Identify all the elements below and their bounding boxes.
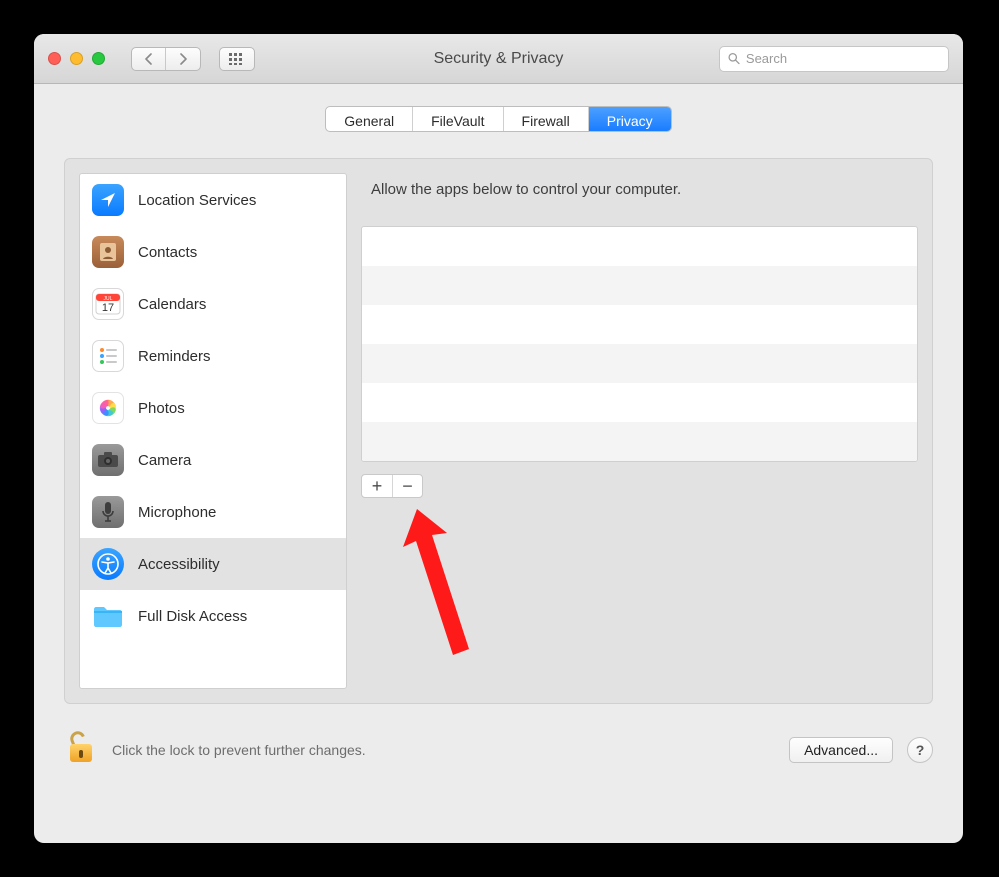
remove-button[interactable]: − xyxy=(392,475,422,497)
footer: Click the lock to prevent further change… xyxy=(64,728,933,771)
tab-label: FileVault xyxy=(431,113,484,129)
reminders-icon xyxy=(92,340,124,372)
annotation-arrow-icon xyxy=(399,499,519,669)
forward-button[interactable] xyxy=(166,48,200,70)
location-icon xyxy=(92,184,124,216)
sidebar-item-label: Location Services xyxy=(138,192,256,209)
grid-icon xyxy=(229,53,245,65)
help-icon: ? xyxy=(916,742,925,758)
sidebar-item-label: Full Disk Access xyxy=(138,608,247,625)
plus-icon: + xyxy=(372,476,383,497)
unlocked-lock-icon xyxy=(64,728,98,768)
folder-icon xyxy=(92,600,124,632)
search-icon xyxy=(728,52,740,65)
sidebar-item-label: Contacts xyxy=(138,244,197,261)
titlebar: Security & Privacy xyxy=(34,34,963,84)
add-button[interactable]: + xyxy=(362,475,392,497)
zoom-window-button[interactable] xyxy=(92,52,105,65)
sidebar-item-contacts[interactable]: Contacts xyxy=(80,226,346,278)
sidebar-item-photos[interactable]: Photos xyxy=(80,382,346,434)
allowed-apps-list[interactable] xyxy=(361,226,918,462)
tab-label: Privacy xyxy=(607,113,653,129)
tab-privacy[interactable]: Privacy xyxy=(589,107,671,131)
accessibility-icon xyxy=(92,548,124,580)
show-all-button[interactable] xyxy=(219,47,255,71)
detail-description: Allow the apps below to control your com… xyxy=(361,173,918,198)
sidebar-item-label: Accessibility xyxy=(138,556,220,573)
list-row[interactable] xyxy=(362,383,917,422)
preferences-window: Security & Privacy General FileVault Fir… xyxy=(34,34,963,843)
sidebar-item-label: Microphone xyxy=(138,504,216,521)
sidebar-item-location-services[interactable]: Location Services xyxy=(80,174,346,226)
photos-icon xyxy=(92,392,124,424)
tab-filevault[interactable]: FileVault xyxy=(413,107,503,131)
search-field[interactable] xyxy=(719,46,949,72)
contacts-icon xyxy=(92,236,124,268)
tabs: General FileVault Firewall Privacy xyxy=(34,106,963,132)
sidebar-item-label: Camera xyxy=(138,452,191,469)
list-row[interactable] xyxy=(362,422,917,461)
sidebar-item-reminders[interactable]: Reminders xyxy=(80,330,346,382)
list-row[interactable] xyxy=(362,227,917,266)
svg-text:17: 17 xyxy=(102,302,114,314)
sidebar-item-calendars[interactable]: JUL17 Calendars xyxy=(80,278,346,330)
sidebar-item-label: Photos xyxy=(138,400,185,417)
lock-button[interactable] xyxy=(64,728,98,771)
minimize-window-button[interactable] xyxy=(70,52,83,65)
sidebar-item-full-disk-access[interactable]: Full Disk Access xyxy=(80,590,346,642)
microphone-icon xyxy=(92,496,124,528)
detail-pane: Allow the apps below to control your com… xyxy=(361,173,918,689)
body: General FileVault Firewall Privacy Locat… xyxy=(34,84,963,843)
list-row[interactable] xyxy=(362,266,917,305)
tab-label: Firewall xyxy=(522,113,570,129)
tab-general[interactable]: General xyxy=(326,107,413,131)
list-row[interactable] xyxy=(362,305,917,344)
sidebar-item-camera[interactable]: Camera xyxy=(80,434,346,486)
camera-icon xyxy=(92,444,124,476)
sidebar-item-accessibility[interactable]: Accessibility xyxy=(80,538,346,590)
sidebar-item-label: Reminders xyxy=(138,348,211,365)
content-panel: Location Services Contacts JUL17 Calenda… xyxy=(64,158,933,704)
tabbar: General FileVault Firewall Privacy xyxy=(325,106,671,132)
close-window-button[interactable] xyxy=(48,52,61,65)
help-button[interactable]: ? xyxy=(907,737,933,763)
privacy-category-list[interactable]: Location Services Contacts JUL17 Calenda… xyxy=(79,173,347,689)
minus-icon: − xyxy=(402,476,413,497)
window-controls xyxy=(48,52,105,65)
chevron-right-icon xyxy=(178,53,188,65)
nav-segment xyxy=(131,47,201,71)
sidebar-item-label: Calendars xyxy=(138,296,206,313)
back-button[interactable] xyxy=(132,48,166,70)
lock-hint-text: Click the lock to prevent further change… xyxy=(112,742,366,758)
calendar-icon: JUL17 xyxy=(92,288,124,320)
list-row[interactable] xyxy=(362,344,917,383)
chevron-left-icon xyxy=(144,53,154,65)
advanced-button[interactable]: Advanced... xyxy=(789,737,893,763)
list-edit-buttons: + − xyxy=(361,474,423,498)
sidebar-item-microphone[interactable]: Microphone xyxy=(80,486,346,538)
tab-firewall[interactable]: Firewall xyxy=(504,107,589,131)
search-input[interactable] xyxy=(746,51,940,66)
tab-label: General xyxy=(344,113,394,129)
